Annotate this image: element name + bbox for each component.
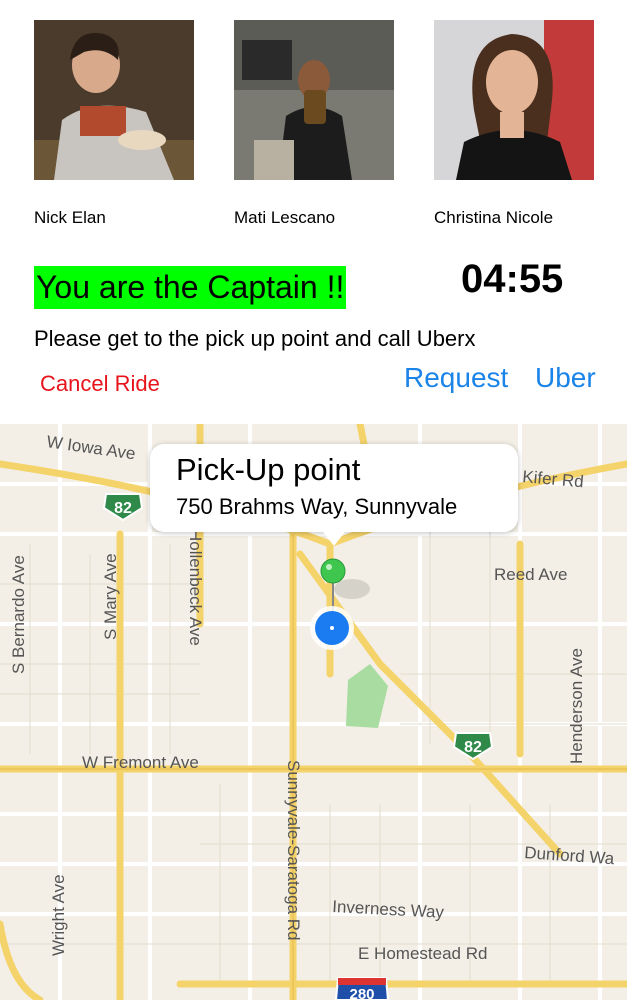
svg-text:82: 82: [464, 739, 482, 756]
uber-button[interactable]: Uber: [535, 362, 596, 394]
request-button[interactable]: Request: [404, 362, 508, 394]
rider-photo: [234, 20, 394, 180]
captain-banner: You are the Captain !!: [34, 266, 347, 309]
callout-address: 750 Brahms Way, Sunnyvale: [176, 494, 458, 519]
street-label: Sunnyvale-Saratoga Rd: [284, 760, 303, 941]
rider-card: Mati Lescano: [234, 20, 394, 227]
instruction-text: Please get to the pick up point and call…: [34, 326, 476, 351]
street-label: E Homestead Rd: [358, 944, 487, 963]
rider-card: Christina Nicole: [434, 20, 594, 227]
callout-pointer: [320, 528, 348, 546]
interstate-shield-icon: 280: [334, 977, 390, 1000]
street-label: S Mary Ave: [101, 553, 120, 640]
street-label: S Bernardo Ave: [9, 555, 28, 674]
street-label: Reed Ave: [494, 565, 567, 584]
svg-text:82: 82: [114, 500, 132, 517]
pickup-callout[interactable]: Pick-Up point 750 Brahms Way, Sunnyvale: [150, 444, 518, 532]
rider-name: Nick Elan: [34, 208, 106, 227]
rider-name: Christina Nicole: [434, 208, 554, 227]
street-label: Henderson Ave: [567, 648, 586, 764]
current-location-icon: [310, 606, 354, 650]
rider-name: Mati Lescano: [234, 208, 336, 227]
countdown-timer: 04:55: [461, 257, 564, 301]
rider-photo: [34, 20, 194, 180]
callout-title: Pick-Up point: [176, 452, 361, 487]
svg-text:280: 280: [349, 986, 374, 1000]
street-label: Wright Ave: [49, 874, 68, 956]
rider-photo: [434, 20, 594, 180]
street-label: W Fremont Ave: [82, 753, 199, 772]
street-label: Hollenbeck Ave: [186, 529, 205, 646]
rider-card: Nick Elan: [34, 20, 194, 227]
cancel-ride-button[interactable]: Cancel Ride: [40, 371, 160, 397]
